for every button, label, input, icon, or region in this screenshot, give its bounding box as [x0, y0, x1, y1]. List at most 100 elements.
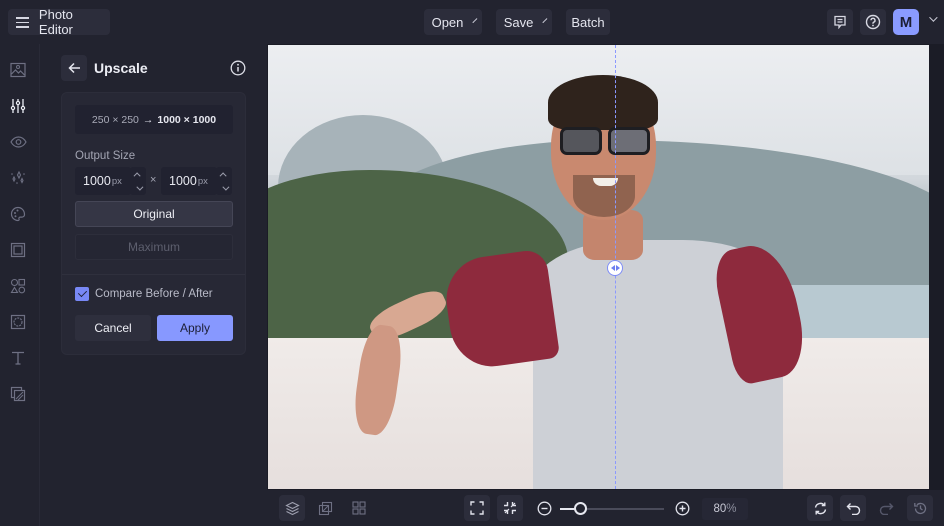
info-icon [230, 60, 246, 76]
texture-icon [10, 386, 26, 402]
frame-icon [10, 242, 26, 258]
overlay-icon [10, 314, 26, 330]
compare-label[interactable]: Compare Before / After [95, 288, 213, 300]
compare-view-button[interactable] [312, 495, 338, 521]
actual-size-button[interactable] [497, 495, 523, 521]
shapes-icon [10, 278, 26, 294]
refresh-icon [814, 502, 826, 514]
zoom-in-icon [675, 501, 689, 515]
height-value: 1000 [169, 174, 197, 188]
layers-button[interactable] [279, 495, 305, 521]
save-label: Save [503, 14, 534, 30]
height-unit: px [197, 175, 208, 187]
width-value: 1000 [83, 174, 111, 188]
rail-item-effects[interactable] [8, 168, 28, 188]
output-size-label: Output Size [75, 150, 136, 162]
redo-button[interactable] [873, 495, 899, 521]
back-button[interactable] [61, 55, 87, 81]
cancel-button[interactable]: Cancel [75, 315, 151, 341]
hamburger-icon [16, 17, 29, 28]
photo-canvas[interactable] [268, 45, 929, 489]
grid-button[interactable] [346, 495, 372, 521]
sparkles-icon [11, 170, 25, 184]
arrow-left-icon [610, 265, 615, 271]
feedback-button[interactable] [827, 9, 853, 35]
zoom-slider-thumb[interactable] [574, 502, 587, 515]
rail-item-frames[interactable] [8, 240, 28, 260]
zoom-value: 80 [713, 503, 727, 515]
zoom-in-button[interactable] [669, 495, 695, 521]
dimension-separator: × [150, 174, 157, 186]
rail-item-artsy[interactable] [8, 204, 28, 224]
upscale-card: 250 × 250 → 1000 × 1000 Output Size 1000… [61, 92, 246, 355]
fullscreen-icon [470, 501, 484, 515]
zoom-out-icon [537, 501, 551, 515]
width-input[interactable]: 1000 px [75, 167, 131, 195]
open-label: Open [431, 14, 464, 30]
preset-maximum-button[interactable]: Maximum [75, 234, 233, 260]
comment-icon [834, 15, 846, 29]
chevron-up-icon[interactable] [219, 171, 227, 179]
open-menu-button[interactable]: Open [424, 9, 482, 35]
zoom-level-input[interactable]: 80% [702, 498, 748, 520]
source-size: 250 × 250 [91, 113, 139, 126]
batch-button[interactable]: Batch [566, 9, 610, 35]
width-stepper[interactable] [130, 167, 146, 195]
app-title: Photo Editor [38, 7, 73, 37]
chevron-down-icon [542, 18, 548, 24]
panel-title: Upscale [94, 60, 148, 76]
redo-icon [879, 502, 893, 515]
shrink-icon [504, 502, 516, 514]
rail-item-adjust[interactable] [8, 96, 28, 116]
reset-button[interactable] [807, 495, 833, 521]
arrow-right-icon: → [142, 113, 154, 126]
apply-button[interactable]: Apply [157, 315, 233, 341]
save-menu-button[interactable]: Save [496, 9, 552, 35]
sliders-icon [10, 99, 26, 113]
help-button[interactable] [860, 9, 886, 35]
chevron-up-icon[interactable] [133, 171, 141, 179]
chevron-down-icon[interactable] [221, 183, 229, 191]
undo-button[interactable] [840, 495, 866, 521]
info-button[interactable] [230, 60, 246, 76]
tool-rail [0, 44, 40, 526]
compare-slider-handle[interactable] [607, 260, 623, 276]
zoom-out-button[interactable] [531, 495, 557, 521]
bottom-toolbar: 80% [267, 490, 944, 526]
arrow-right-icon [615, 265, 620, 271]
width-unit: px [111, 175, 122, 187]
divider [62, 274, 245, 275]
app-menu-button[interactable]: Photo Editor [8, 7, 110, 37]
batch-label: Batch [571, 14, 605, 30]
rail-item-image[interactable] [8, 60, 28, 80]
preset-original-button[interactable]: Original [75, 201, 233, 227]
compare-checkbox[interactable] [75, 287, 89, 301]
upscale-panel: Upscale 250 × 250 → 1000 × 1000 Output S… [41, 44, 267, 526]
chevron-down-icon [472, 18, 478, 24]
account-chevron-icon[interactable] [929, 13, 938, 22]
rail-item-text[interactable] [8, 348, 28, 368]
zoom-unit: % [726, 503, 737, 515]
help-icon [865, 14, 881, 30]
rail-item-overlays[interactable] [8, 312, 28, 332]
grid-icon [352, 501, 366, 515]
user-avatar[interactable]: M [893, 9, 919, 35]
fit-screen-button[interactable] [464, 495, 490, 521]
height-stepper[interactable] [216, 167, 232, 195]
rail-item-view[interactable] [8, 132, 28, 152]
arrow-left-icon [67, 62, 80, 74]
undo-icon [846, 502, 860, 515]
rail-item-graphics[interactable] [8, 276, 28, 296]
palette-icon [10, 206, 26, 222]
history-button[interactable] [907, 495, 933, 521]
text-icon [12, 351, 24, 365]
canvas-area [267, 44, 944, 490]
size-summary: 250 × 250 → 1000 × 1000 [75, 105, 233, 134]
chevron-down-icon[interactable] [135, 183, 143, 191]
rail-item-textures[interactable] [8, 384, 28, 404]
top-bar: Photo Editor Open Save Batch M [0, 0, 944, 44]
height-input[interactable]: 1000 px [161, 167, 217, 195]
layers-icon [284, 501, 300, 515]
split-view-icon [318, 501, 332, 515]
history-icon [913, 502, 926, 514]
